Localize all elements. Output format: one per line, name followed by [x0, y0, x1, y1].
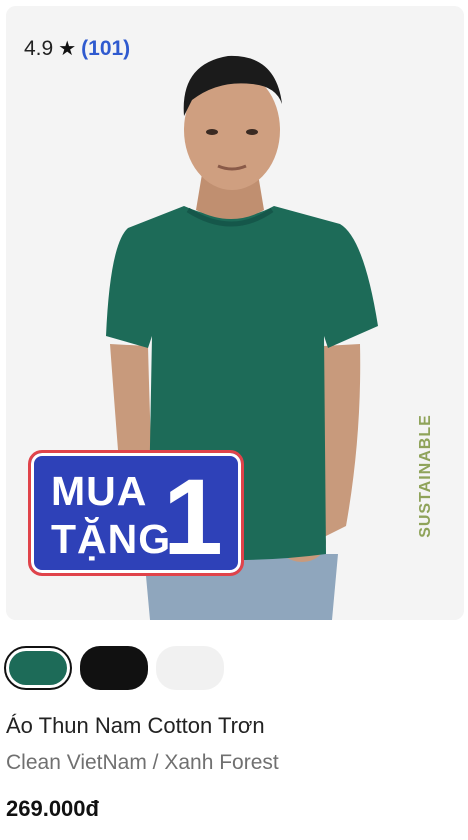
product-subtitle: Clean VietNam / Xanh Forest [6, 751, 279, 774]
product-title[interactable]: Áo Thun Nam Cotton Trơn [6, 713, 265, 739]
sustainable-label: SUSTAINABLE [417, 414, 434, 538]
rating: 4.9 ★ (101) [24, 36, 130, 61]
swatch-white[interactable] [156, 646, 224, 690]
swatch-fill [80, 646, 148, 690]
swatch-fill [156, 646, 224, 690]
promo-number: 1 [162, 456, 223, 577]
product-price: 269.000đ [6, 796, 99, 821]
promo-line-1: MUA [51, 468, 148, 514]
promo-line-2: TẶNG [51, 516, 172, 562]
product-card[interactable]: 4.9 ★ (101) SUSTAINABLE MUA TẶNG 1 Áo Th… [0, 0, 468, 840]
swatch-xanh-forest[interactable] [4, 646, 72, 690]
review-count[interactable]: (101) [81, 37, 130, 61]
rating-score: 4.9 [24, 36, 54, 60]
star-icon: ★ [58, 38, 77, 60]
swatch-black[interactable] [80, 646, 148, 690]
color-swatches [4, 646, 224, 690]
promo-badge: MUA TẶNG 1 [28, 450, 244, 576]
swatch-fill [9, 651, 67, 685]
